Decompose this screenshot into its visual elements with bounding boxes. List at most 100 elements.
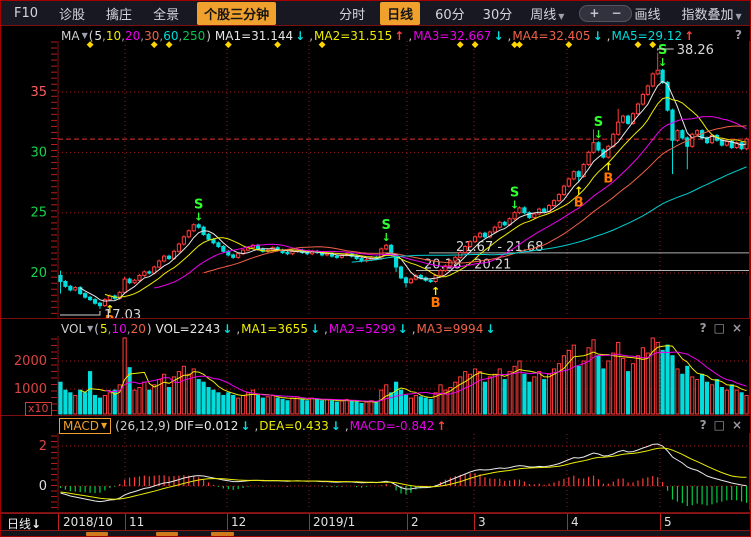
period-60min[interactable]: 60分 xyxy=(432,3,468,24)
ma-lines xyxy=(80,81,746,301)
ma-param: 30 xyxy=(140,29,159,43)
period-weekly[interactable]: 周线▼ xyxy=(527,3,567,24)
ma-indicator-header: MA▼ (510203060250) MA1=31.144↓ MA2=31.51… xyxy=(61,28,695,43)
chevron-down-icon: ▼ xyxy=(87,324,93,333)
sell-arrow-icon: ↓ xyxy=(382,231,391,244)
macd-histogram xyxy=(60,473,746,506)
zoom-in-button[interactable]: + xyxy=(589,7,599,19)
grid-layer xyxy=(58,434,749,510)
up-arrow-icon: ↑ xyxy=(394,29,404,43)
help-icon[interactable]: ? xyxy=(700,418,707,432)
macd-axis: 20 xyxy=(39,436,57,508)
tab-banker[interactable]: 擒庄 xyxy=(103,3,135,24)
date-label: 12 xyxy=(231,515,246,529)
chevron-down-icon: ▼ xyxy=(736,12,742,21)
date-label: 11 xyxy=(129,515,144,529)
main-pane-icons: ? xyxy=(735,28,742,42)
macd-dropdown[interactable]: MACD▼ xyxy=(59,418,111,434)
scrollbar-segment[interactable] xyxy=(211,532,234,536)
ma4-value: MA4=32.405↓ xyxy=(508,29,604,43)
up-arrow-icon: ↑ xyxy=(684,29,694,43)
period-indicator[interactable]: 日线↓ xyxy=(7,515,41,532)
high-price-label: 38.26 xyxy=(677,43,714,58)
macd-pane-icons: ? □ × xyxy=(700,418,742,432)
main-price-chart[interactable]: 3530252021.67 - 21.6820.18 - 20.21◆◆◆◆◆◆… xyxy=(1,26,751,318)
toolbar-right-group: 画线 指数叠加▼ +自选▼ >| xyxy=(632,3,751,24)
vol-dropdown[interactable]: VOL▼ xyxy=(61,322,93,336)
vol-param: 20 xyxy=(127,322,146,336)
extreme-callouts: 38.26 17.03 xyxy=(60,43,714,318)
down-arrow-icon: ↓ xyxy=(31,517,41,531)
chevron-down-icon: ▼ xyxy=(101,421,107,430)
price-tick-label: 35 xyxy=(30,85,47,100)
maximize-icon[interactable]: □ xyxy=(714,321,725,335)
sell-arrow-icon: ↓ xyxy=(594,128,603,141)
index-overlay-button[interactable]: 指数叠加▼ xyxy=(679,3,745,24)
date-tick xyxy=(407,514,408,530)
scrollbar-segment[interactable] xyxy=(86,532,108,536)
params-open-paren: ( xyxy=(89,29,94,43)
sell-arrow-icon: ↓ xyxy=(510,198,519,211)
grid-layer xyxy=(58,337,749,414)
bottom-scrollbar[interactable] xyxy=(1,531,751,537)
date-label: 2019/1 xyxy=(313,515,355,529)
price-tick-label: 25 xyxy=(30,206,47,221)
ma1-value: MA1=31.144↓ xyxy=(215,29,306,43)
tab-diagnose[interactable]: 诊股 xyxy=(56,3,88,24)
trade-markers: ↑BS↓S↓↑BS↓↑BS↓↑BS↓ xyxy=(105,43,667,318)
buy-marker: B xyxy=(603,172,613,187)
tab-panorama[interactable]: 全景 xyxy=(150,3,182,24)
macd-params: (26,12,9) xyxy=(115,419,170,433)
macd-indicator-header: MACD▼ (26,12,9) DIF=0.012↓ DEA=0.433↓ MA… xyxy=(59,418,447,433)
down-arrow-icon: ↓ xyxy=(485,322,495,336)
maximize-icon[interactable]: □ xyxy=(714,418,725,432)
macd-value: MACD=-0.842↑ xyxy=(345,419,448,433)
date-label: 4 xyxy=(571,515,579,529)
vol-tick-label: 1000 xyxy=(14,382,47,397)
vol-ma1-value: MA1=3655↓ xyxy=(236,322,321,336)
draw-line-button[interactable]: 画线 xyxy=(632,3,664,24)
date-tick xyxy=(474,514,475,530)
ma-dropdown[interactable]: MA▼ xyxy=(61,29,88,43)
ma-param: 10 xyxy=(102,29,121,43)
down-arrow-icon: ↓ xyxy=(331,419,341,433)
sell-arrow-icon: ↓ xyxy=(194,210,203,223)
zoom-controls: + − xyxy=(579,5,631,22)
down-arrow-icon: ↓ xyxy=(398,322,408,336)
down-arrow-icon: ↓ xyxy=(593,29,603,43)
date-tick xyxy=(227,514,228,530)
help-icon[interactable]: ? xyxy=(700,321,707,335)
tab-stock-3min[interactable]: 个股三分钟 xyxy=(197,2,276,25)
date-tick xyxy=(309,514,310,530)
ma5-value: MA5=29.12↑ xyxy=(607,29,696,43)
close-icon[interactable]: × xyxy=(732,321,742,335)
vol-param: 5 xyxy=(100,322,108,336)
buy-marker: B xyxy=(431,296,441,311)
period-30min[interactable]: 30分 xyxy=(480,3,516,24)
stock-app-window: F10 诊股 擒庄 全景 个股三分钟 分时 日线 60分 30分 周线▼ + −… xyxy=(0,0,751,537)
ma3-value: MA3=32.667↓ xyxy=(408,29,504,43)
period-tabs: 分时 日线 60分 30分 周线▼ xyxy=(336,2,567,25)
vol-ma3-value: MA3=9994↓ xyxy=(412,322,497,336)
down-arrow-icon: ↓ xyxy=(493,29,503,43)
zoom-out-button[interactable]: − xyxy=(611,7,621,19)
tab-f10[interactable]: F10 xyxy=(11,5,41,22)
vol-indicator-header: VOL▼ (51020) VOL=2243↓ MA1=3655↓ MA2=529… xyxy=(61,321,496,336)
low-price-label: 17.03 xyxy=(104,308,141,318)
macd-lines xyxy=(61,444,747,502)
vol-ma2-value: MA2=5299↓ xyxy=(324,322,409,336)
dif-value: DIF=0.012↓ xyxy=(174,419,251,433)
close-icon[interactable]: × xyxy=(732,418,742,432)
down-arrow-icon: ↓ xyxy=(295,29,305,43)
period-daily[interactable]: 日线 xyxy=(380,2,420,25)
date-tick xyxy=(125,514,126,530)
ma-param: 60 xyxy=(159,29,178,43)
macd-tick-label: 2 xyxy=(39,439,47,454)
scrollbar-segment[interactable] xyxy=(156,532,178,536)
params-close-paren: ) xyxy=(206,29,211,43)
params-close-paren: ) xyxy=(147,322,152,336)
price-axis: 35302520 xyxy=(30,42,57,313)
down-arrow-icon: ↓ xyxy=(222,322,232,336)
help-icon[interactable]: ? xyxy=(735,28,742,42)
period-intraday[interactable]: 分时 xyxy=(336,3,368,24)
